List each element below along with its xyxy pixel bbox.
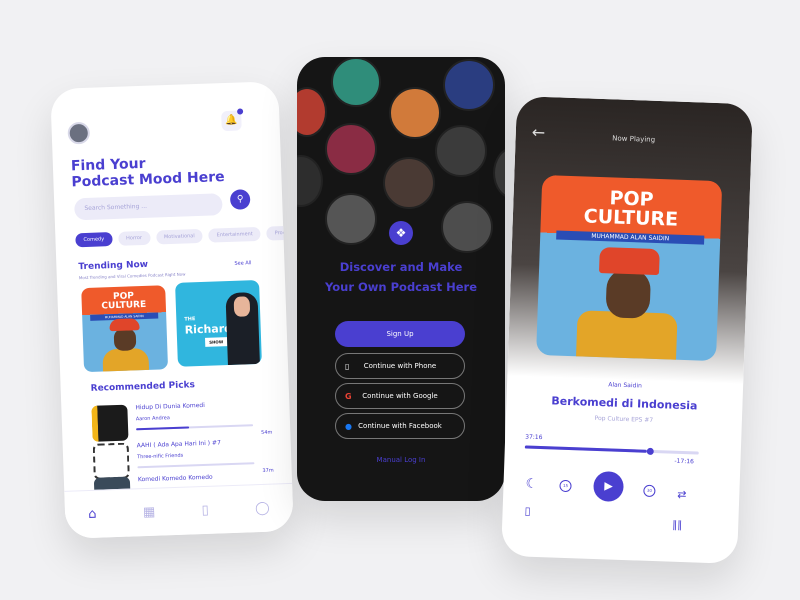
cover-band: MUHAMMAD ALAN SAIDIN: [556, 230, 705, 245]
progress-bar: [137, 462, 255, 469]
host-photo: [435, 125, 487, 177]
phone-icon: ▯: [345, 361, 350, 371]
headline-line: Your Own Podcast Here: [324, 280, 477, 294]
button-label: Continue with Phone: [363, 362, 437, 370]
trending-title: Trending Now: [78, 259, 149, 273]
shuffle-icon[interactable]: ⇄: [677, 488, 687, 501]
chip-motivational[interactable]: Motivational: [155, 228, 203, 245]
cover-title: THE: [184, 316, 196, 323]
list-item[interactable]: Hidup Di Dunia Komedi Aaron Andrea 54m: [91, 400, 272, 442]
host-photo: [331, 57, 381, 107]
host-photo: [443, 59, 495, 111]
button-label: Continue with Google: [362, 392, 438, 400]
search-button[interactable]: ⚲: [229, 189, 251, 210]
home-screen: 🔔 Find Your Podcast Mood Here Search Some…: [50, 81, 294, 539]
host-photo: [297, 155, 323, 207]
google-icon: G: [345, 391, 352, 401]
host-photo: [325, 193, 377, 245]
map-icon[interactable]: ▦: [143, 505, 156, 520]
item-author: Aaron Andrea: [135, 415, 170, 423]
host-photo: [325, 123, 377, 175]
remaining-time: -17:16: [674, 457, 695, 466]
elapsed-time: 37:16: [525, 433, 543, 442]
bookmark-icon[interactable]: ▯: [524, 505, 531, 518]
rewind-icon[interactable]: 15: [559, 479, 572, 493]
chip-productivity[interactable]: Productiv: [266, 225, 294, 241]
headline: Discover and Make Your Own Podcast Here: [297, 257, 505, 297]
cover-tag: SHOW: [204, 337, 228, 347]
trending-card-pop-culture[interactable]: POP CULTURE MUHAMMAD ALAN SAIDIN: [81, 285, 169, 373]
cover-title: Richard: [184, 321, 233, 337]
manual-login-link[interactable]: Manual Log In: [297, 456, 505, 464]
avatar[interactable]: [67, 121, 91, 145]
host-photo: [297, 87, 327, 137]
continue-facebook-button[interactable]: ● Continue with Facebook: [335, 413, 465, 439]
host-photo: [493, 147, 505, 199]
sign-up-button[interactable]: Sign Up: [335, 321, 465, 347]
bottom-nav: ⌂ ▦ ▯ ◯: [64, 482, 294, 539]
headline-line: Discover and Make: [339, 260, 463, 274]
see-all-link[interactable]: See All: [234, 260, 251, 267]
chip-comedy[interactable]: Comedy: [75, 232, 113, 248]
item-title: AAHI ( Ada Apa Hari Ini ) #7: [136, 439, 221, 450]
host-photo: [441, 201, 493, 253]
profile-icon[interactable]: ◯: [255, 501, 270, 516]
seek-bar[interactable]: [524, 445, 699, 455]
bell-icon[interactable]: 🔔: [221, 110, 242, 132]
forward-icon[interactable]: 30: [643, 484, 656, 498]
onboarding-screen: ❖ Discover and Make Your Own Podcast Here…: [297, 57, 505, 501]
recommended-title: Recommended Picks: [90, 380, 196, 394]
category-chips: Comedy Horror Motivational Entertainment…: [75, 225, 294, 248]
trending-card-richard-show[interactable]: THE Richard SHOW: [175, 279, 262, 367]
progress-bar: [136, 424, 253, 431]
bookmark-icon[interactable]: ▯: [201, 503, 209, 518]
cover-title: CULTURE: [101, 299, 147, 312]
episode-title: Berkomedi di Indonesia: [551, 394, 698, 413]
home-icon[interactable]: ⌂: [88, 507, 97, 522]
app-logo-icon: ❖: [389, 221, 413, 245]
episode-subtitle: Pop Culture EPS #7: [594, 414, 654, 424]
item-author: Three-nific Friends: [137, 452, 184, 461]
trending-subtitle: Most Trending and Viral Comedies Podcast…: [78, 271, 186, 281]
play-button[interactable]: ▶: [593, 470, 625, 502]
chip-entertainment[interactable]: Entertainment: [208, 226, 262, 243]
podcast-thumbnail: [92, 442, 130, 480]
host-photo: [389, 87, 441, 139]
continue-google-button[interactable]: G Continue with Google: [335, 383, 465, 409]
waveform-icon[interactable]: ‖‖: [672, 520, 682, 531]
search-input[interactable]: Search Something ...: [74, 193, 223, 221]
player-screen: ← Now Playing POP CULTURE MUHAMMAD ALAN S…: [501, 96, 753, 564]
chip-horror[interactable]: Horror: [117, 230, 151, 246]
continue-phone-button[interactable]: ▯ Continue with Phone: [335, 353, 465, 379]
album-cover: POP CULTURE MUHAMMAD ALAN SAIDIN: [536, 174, 723, 362]
cover-person-image: [225, 292, 260, 366]
host-photo: [383, 157, 435, 209]
sleep-timer-icon[interactable]: ☾: [525, 477, 537, 492]
item-title: Hidup Di Dunia Komedi: [135, 401, 205, 412]
page-title: Find Your Podcast Mood Here: [71, 153, 225, 191]
item-duration: 54m: [261, 429, 273, 436]
facebook-icon: ●: [345, 421, 352, 431]
podcast-thumbnail: [91, 404, 129, 442]
button-label: Continue with Facebook: [358, 422, 442, 430]
cover-person-image: [575, 246, 680, 362]
cover-person-image: [101, 318, 150, 373]
